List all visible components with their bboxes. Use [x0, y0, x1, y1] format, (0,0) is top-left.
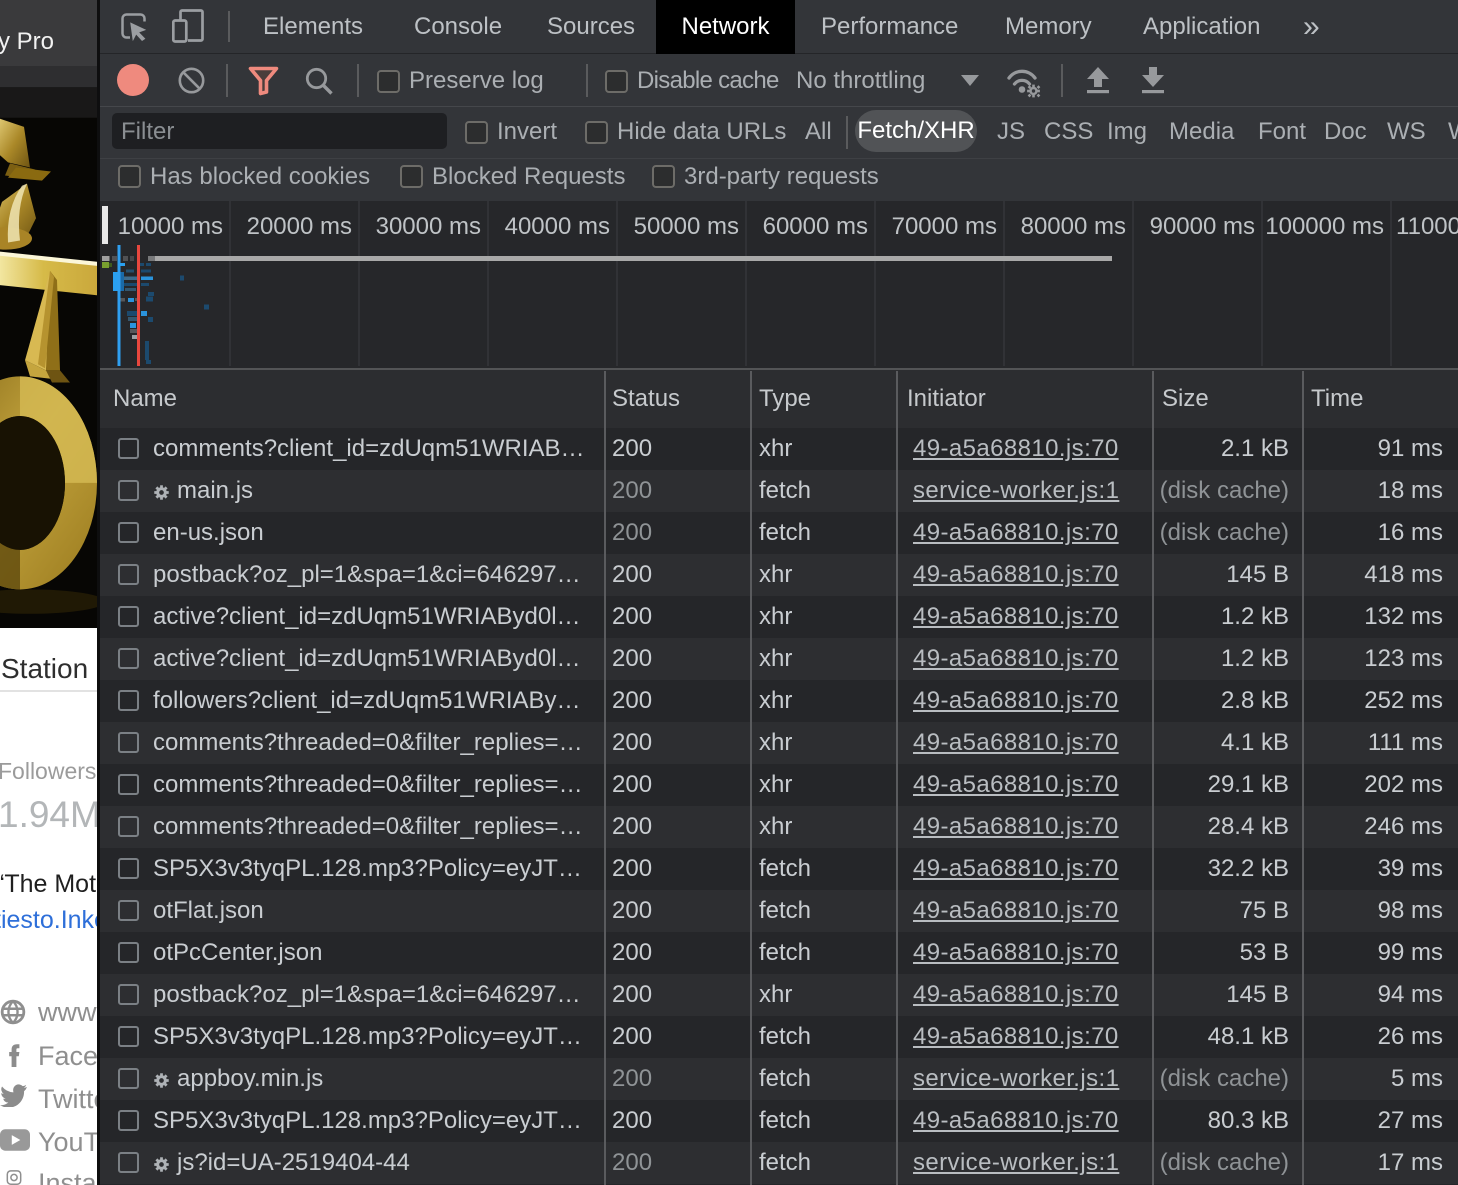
svg-text:50000 ms: 50000 ms [634, 213, 739, 240]
svg-text:90000 ms: 90000 ms [1150, 213, 1255, 240]
svg-text:40000 ms: 40000 ms [505, 213, 610, 240]
svg-text:20000 ms: 20000 ms [247, 213, 352, 240]
svg-text:30000 ms: 30000 ms [376, 213, 481, 240]
svg-text:100000 ms: 100000 ms [1265, 213, 1384, 240]
svg-text:60000 ms: 60000 ms [763, 213, 868, 240]
svg-text:80000 ms: 80000 ms [1021, 213, 1126, 240]
svg-text:110000 ms: 110000 ms [1396, 213, 1458, 240]
svg-text:10000 ms: 10000 ms [118, 213, 223, 240]
svg-text:70000 ms: 70000 ms [892, 213, 997, 240]
